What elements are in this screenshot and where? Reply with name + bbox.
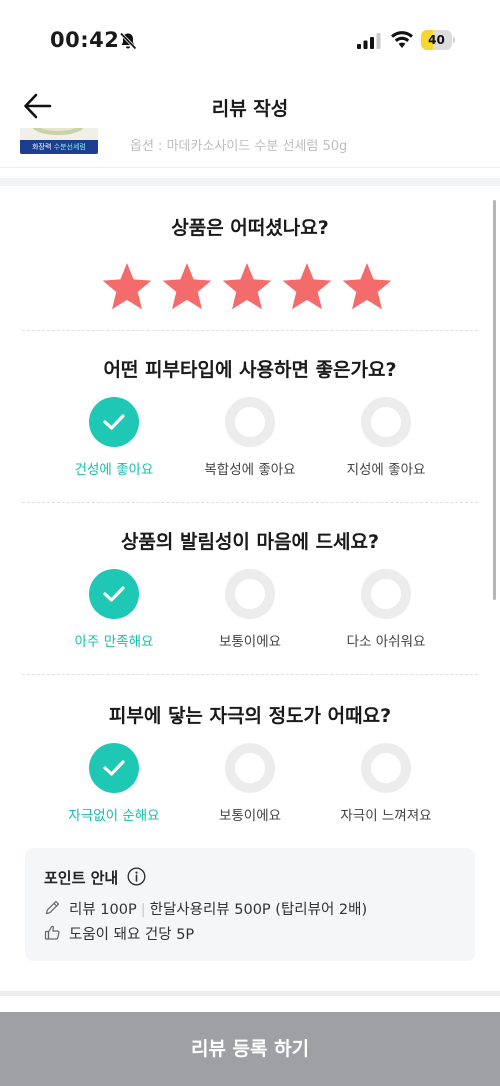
- option-label: 지성에 좋아요: [346, 462, 426, 478]
- irritation-option-gentle[interactable]: 자극없이 순해요: [39, 743, 189, 833]
- separator: |: [140, 902, 146, 918]
- product-thumbnail-accent: 수분선세럼: [53, 143, 86, 151]
- spreadability-option-very-satisfied[interactable]: 아주 만족해요: [39, 569, 189, 659]
- radio-circle-icon[interactable]: [225, 569, 275, 619]
- radio-circle-icon[interactable]: [361, 569, 411, 619]
- star-icon-2[interactable]: [161, 262, 213, 312]
- option-label: 보통이에요: [218, 634, 282, 650]
- page-title: 리뷰 작성: [211, 98, 289, 120]
- review-points: 리뷰 100P: [69, 902, 137, 918]
- irritation-question: 피부에 닿는 자극의 정도가 어때요?: [108, 705, 392, 727]
- radio-circle-icon[interactable]: [361, 743, 411, 793]
- product-image: [32, 128, 84, 135]
- check-icon[interactable]: [89, 743, 139, 793]
- spreadability-option-disappointing[interactable]: 다소 아쉬워요: [311, 569, 461, 659]
- points-title: 포인트 안내: [44, 869, 119, 887]
- check-icon[interactable]: [89, 569, 139, 619]
- option-label: 보통이에요: [218, 808, 282, 824]
- rating-question: 상품은 어떠셨나요?: [171, 217, 329, 239]
- divider: [22, 674, 478, 675]
- star-icon-5[interactable]: [341, 262, 393, 312]
- option-label: 자극이 느껴져요: [340, 808, 432, 824]
- info-icon[interactable]: [127, 867, 146, 886]
- skin-type-option-dry[interactable]: 건성에 좋아요: [39, 397, 189, 487]
- option-label: 아주 만족해요: [74, 634, 154, 650]
- skin-type-option-oily[interactable]: 지성에 좋아요: [311, 397, 461, 487]
- signal-icon: [357, 33, 381, 49]
- option-label: 다소 아쉬워요: [346, 634, 426, 650]
- product-option: 옵션 : 마데카소사이드 수분 선세럼 50g: [130, 139, 348, 154]
- product-thumbnail-text: 화장력: [32, 143, 52, 151]
- skin-type-question: 어떤 피부타입에 사용하면 좋은가요?: [103, 359, 397, 381]
- spreadability-option-average[interactable]: 보통이에요: [175, 569, 325, 659]
- divider: [22, 502, 478, 503]
- option-label: 건성에 좋아요: [74, 462, 154, 478]
- star-icon-1[interactable]: [101, 262, 153, 312]
- footer-divider: [0, 991, 500, 1011]
- spreadability-question: 상품의 발림성이 마음에 드세요?: [120, 531, 380, 553]
- option-label: 자극없이 순해요: [68, 808, 160, 824]
- scrollbar[interactable]: [493, 200, 496, 600]
- status-bar: 00:42 40: [0, 0, 500, 80]
- battery-body: 40: [421, 30, 452, 50]
- month-review-points: 한달사용리뷰 500P (탑리뷰어 2배): [149, 902, 368, 918]
- divider: [22, 330, 478, 331]
- bell-slash-icon: [119, 32, 137, 50]
- points-info-box: 포인트 안내 리뷰 100P | 한달사용리뷰 500P (탑리뷰어 2배) 도움이…: [25, 848, 475, 961]
- product-summary: 화장력 수분선세럼 옵션 : 마데카소사이드 수분 선세럼 50g: [0, 128, 500, 168]
- helpful-points: 도움이 돼요 건당 5P: [69, 927, 195, 943]
- irritation-option-irritating[interactable]: 자극이 느껴져요: [311, 743, 461, 833]
- battery-level: 40: [428, 33, 445, 47]
- radio-circle-icon[interactable]: [361, 397, 411, 447]
- battery-indicator: 40: [421, 30, 455, 50]
- battery-tip: [453, 37, 455, 43]
- wifi-icon: [391, 31, 413, 48]
- star-rating[interactable]: [0, 258, 500, 318]
- irritation-option-average[interactable]: 보통이에요: [175, 743, 325, 833]
- check-icon[interactable]: [89, 397, 139, 447]
- thumbs-up-icon: [44, 925, 60, 940]
- product-thumbnail-band: 화장력 수분선세럼: [20, 140, 98, 154]
- pencil-icon: [45, 900, 60, 915]
- submit-review-button[interactable]: 리뷰 등록 하기: [0, 1012, 500, 1086]
- star-icon-4[interactable]: [281, 262, 333, 312]
- product-thumbnail: 화장력 수분선세럼: [20, 128, 98, 154]
- option-label: 복합성에 좋아요: [204, 462, 296, 478]
- radio-circle-icon[interactable]: [225, 743, 275, 793]
- status-time: 00:42: [50, 28, 120, 52]
- star-icon-3[interactable]: [221, 262, 273, 312]
- skin-type-option-combination[interactable]: 복합성에 좋아요: [175, 397, 325, 487]
- radio-circle-icon[interactable]: [225, 397, 275, 447]
- section-gap: [0, 178, 500, 186]
